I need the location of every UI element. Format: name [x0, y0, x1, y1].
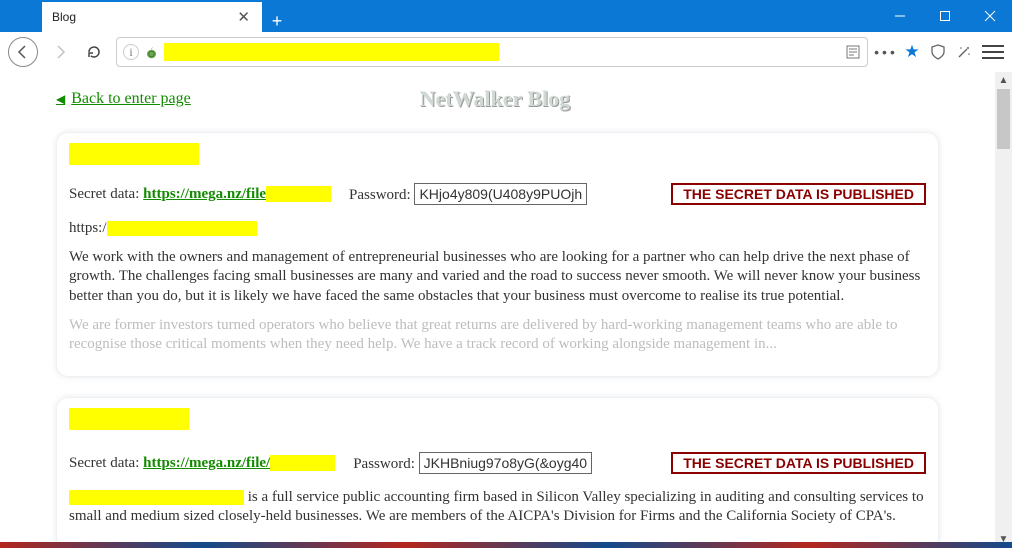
- password-value[interactable]: KHjo4y809(U408y9PUOjh: [414, 183, 587, 205]
- browser-toolbar: i ••• ★: [0, 32, 1012, 73]
- entry-title-redacted: [69, 143, 199, 165]
- site-info-icon[interactable]: i: [123, 44, 139, 60]
- page-content: ◀ Back to enter page NetWalker Blog Secr…: [0, 72, 995, 548]
- secret-data-label: Secret data:: [69, 455, 139, 471]
- entry-paragraph-faded: We are former investors turned operators…: [69, 316, 926, 354]
- new-identity-icon[interactable]: [956, 44, 972, 60]
- plus-icon: +: [272, 11, 283, 32]
- link-redacted: [266, 186, 331, 202]
- scroll-thumb[interactable]: [997, 89, 1010, 149]
- reader-view-icon[interactable]: [845, 44, 861, 60]
- victim-url-prefix: https:/: [69, 220, 107, 236]
- desktop-wallpaper-edge: [0, 542, 1012, 548]
- vertical-scrollbar[interactable]: ▲ ▼: [995, 72, 1012, 548]
- window-controls: [877, 0, 1012, 32]
- secret-data-link[interactable]: https://mega.nz/file/: [143, 455, 270, 471]
- scroll-up-icon[interactable]: ▲: [995, 72, 1012, 89]
- password-label: Password:: [349, 187, 411, 203]
- company-name-redacted: [69, 490, 244, 505]
- entry-paragraph: is a full service public accounting firm…: [69, 488, 926, 526]
- menu-button[interactable]: [982, 45, 1004, 59]
- window-minimize-button[interactable]: [877, 0, 922, 32]
- onion-icon: [145, 46, 158, 59]
- published-badge: THE SECRET DATA IS PUBLISHED: [671, 452, 926, 474]
- tab-title: Blog: [52, 10, 235, 24]
- window-titlebar: Blog ✕ +: [0, 0, 1012, 32]
- tab-strip: Blog ✕ +: [0, 0, 877, 32]
- leak-entry: Secret data: https://mega.nz/file Passwo…: [56, 132, 939, 377]
- address-bar-redacted: [164, 43, 499, 61]
- secret-data-label: Secret data:: [69, 186, 139, 202]
- secret-data-link[interactable]: https://mega.nz/file: [143, 186, 266, 202]
- blog-title: NetWalker Blog: [420, 86, 571, 111]
- bookmark-star-icon[interactable]: ★: [904, 44, 920, 60]
- window-close-button[interactable]: [967, 0, 1012, 32]
- shield-icon[interactable]: [930, 44, 946, 60]
- back-button[interactable]: [8, 37, 38, 67]
- victim-url-redacted: [107, 221, 257, 236]
- leak-entry: Secret data: https://mega.nz/file/ Passw…: [56, 397, 939, 548]
- address-bar[interactable]: i: [116, 37, 868, 67]
- page-actions-icon[interactable]: •••: [878, 44, 894, 60]
- browser-tab[interactable]: Blog ✕: [42, 2, 262, 32]
- new-tab-button[interactable]: +: [262, 11, 292, 32]
- window-maximize-button[interactable]: [922, 0, 967, 32]
- tab-close-icon[interactable]: ✕: [235, 8, 252, 26]
- reload-button[interactable]: [82, 40, 106, 64]
- forward-button[interactable]: [48, 40, 72, 64]
- entry-paragraph: We work with the owners and management o…: [69, 248, 926, 306]
- entry-title-redacted: [69, 408, 189, 430]
- password-value[interactable]: JKHBniug97o8yG(&oyg40: [419, 452, 592, 474]
- published-badge: THE SECRET DATA IS PUBLISHED: [671, 183, 926, 205]
- password-label: Password:: [353, 456, 415, 472]
- link-redacted: [270, 455, 335, 471]
